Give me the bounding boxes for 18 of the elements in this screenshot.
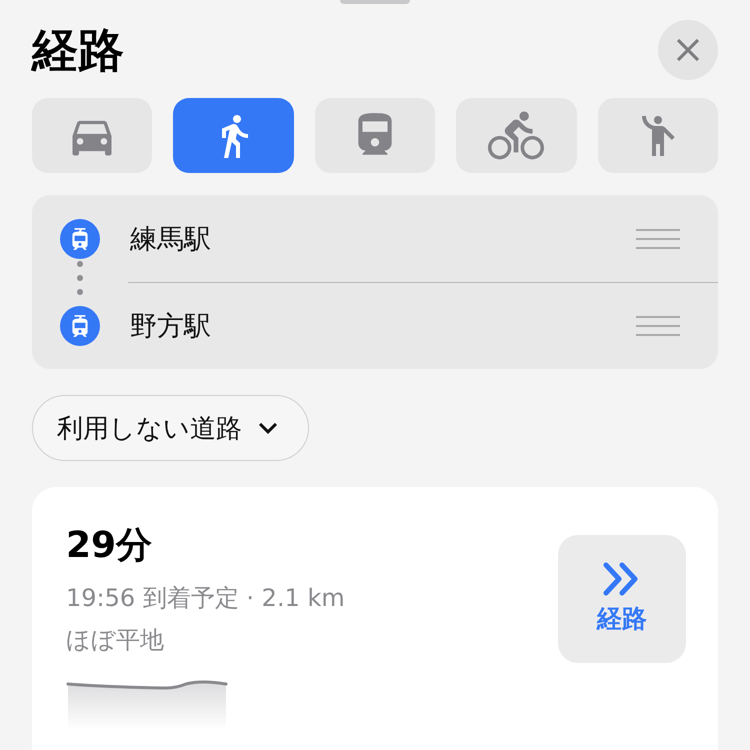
transport-mode-tab[interactable]: [32, 98, 152, 173]
stop-name[interactable]: 練馬駅: [130, 220, 636, 256]
terrain-description: ほぼ平地: [66, 625, 165, 656]
drag-handle-icon[interactable]: [636, 316, 680, 336]
train-icon: [60, 218, 100, 258]
window-title: 経路: [32, 27, 124, 73]
train-icon: [60, 306, 100, 346]
stop-name[interactable]: 野方駅: [130, 308, 636, 344]
route-duration: 29分: [66, 524, 154, 568]
avoid-roads-button[interactable]: 利用しない道路: [32, 395, 309, 461]
route-dots-icon: [77, 261, 83, 297]
route-details: 19:56 到着予定 · 2.1 km: [66, 583, 345, 614]
route-card[interactable]: 29分 19:56 到着予定 · 2.1 km ほぼ平地 経路: [32, 487, 718, 750]
transport-mode-tab[interactable]: [314, 98, 436, 173]
transport-mode-tab[interactable]: [598, 98, 718, 173]
transport-mode-tab[interactable]: [456, 98, 577, 173]
transport-mode-tab[interactable]: [173, 98, 294, 173]
drag-handle-icon[interactable]: [636, 228, 680, 248]
